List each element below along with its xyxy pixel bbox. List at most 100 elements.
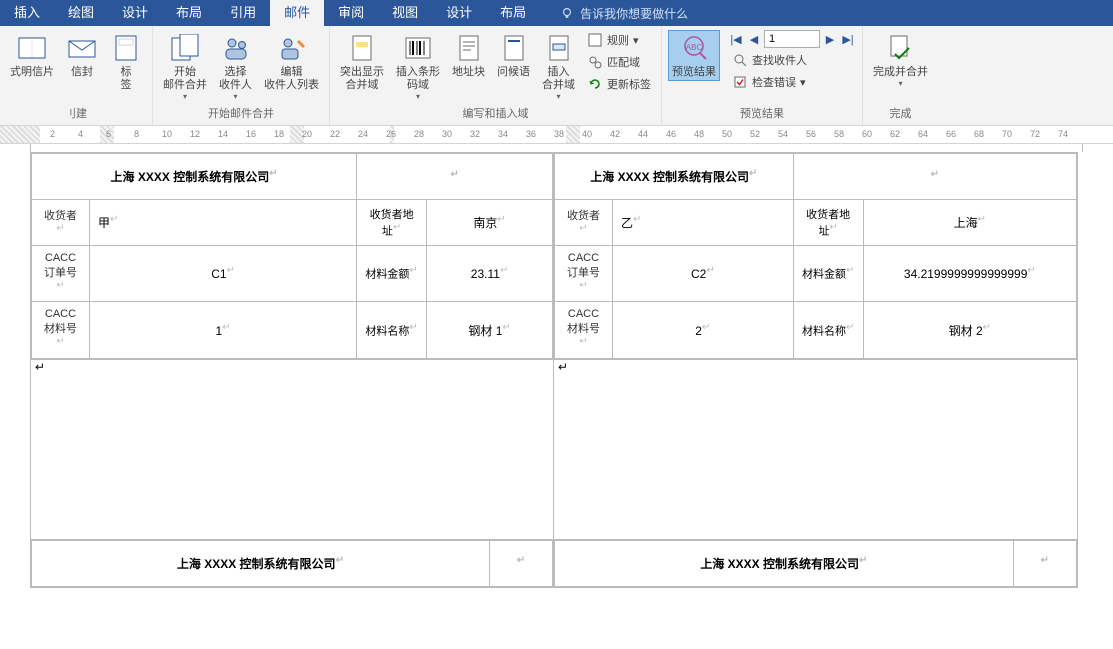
label-row: 上海 XXXX 控制系统有限公司↵↵ 收货者↵甲↵收货者地址↵南京↵ CACC … <box>30 152 1083 360</box>
tab-layout-2[interactable]: 布局 <box>486 0 540 26</box>
ruler-tick: 74 <box>1058 129 1068 139</box>
check-errors-button[interactable]: 检查错误 ▾ <box>728 72 856 92</box>
svg-text:ABC: ABC <box>686 43 703 52</box>
document-area[interactable]: 上海 XXXX 控制系统有限公司↵↵ 收货者↵甲↵收货者地址↵南京↵ CACC … <box>0 144 1113 649</box>
insert-merge-field-button[interactable]: 插入 合并域▾ <box>538 30 579 103</box>
ruler-tick: 44 <box>638 129 648 139</box>
barcode-button[interactable]: 插入条形 码域▾ <box>392 30 444 103</box>
greeting-line-button[interactable]: 问候语 <box>493 30 534 81</box>
ruler-tick: 28 <box>414 129 424 139</box>
label-cell[interactable]: 上海 XXXX 控制系统有限公司↵↵ 收货者↵甲↵收货者地址↵南京↵ CACC … <box>30 152 554 360</box>
ruler-tick: 12 <box>190 129 200 139</box>
tell-me-search[interactable]: 告诉我你想要做什么 <box>560 5 688 22</box>
update-icon <box>588 77 602 91</box>
chevron-down-icon: ▾ <box>800 76 806 89</box>
ruler-tick: 54 <box>778 129 788 139</box>
prev-record-button[interactable]: ◀ <box>746 31 762 47</box>
ruler-tick: 58 <box>834 129 844 139</box>
ruler-tick: 72 <box>1030 129 1040 139</box>
record-number-input[interactable] <box>764 30 820 48</box>
label-cell[interactable]: 上海 XXXX 控制系统有限公司↵↵ <box>554 540 1078 588</box>
envelope-button[interactable]: 信封 <box>62 30 102 81</box>
greeting-icon <box>502 34 526 62</box>
ruler-tick: 32 <box>470 129 480 139</box>
address-icon <box>457 34 481 62</box>
ruler-tick: 64 <box>918 129 928 139</box>
next-record-button[interactable]: ▶ <box>822 31 838 47</box>
label-row: 上海 XXXX 控制系统有限公司↵↵ 上海 XXXX 控制系统有限公司↵↵ <box>30 540 1083 588</box>
tab-view[interactable]: 视图 <box>378 0 432 26</box>
label-button[interactable]: 标 签 <box>106 30 146 94</box>
chevron-down-icon: ▾ <box>898 79 902 88</box>
ribbon-group-write-fields: 突出显示 合并域 插入条形 码域▾ 地址块 问候语 插入 合并域▾ 规则 ▾ 匹… <box>330 26 662 125</box>
tab-design-2[interactable]: 设计 <box>432 0 486 26</box>
start-merge-icon <box>170 34 200 62</box>
ruler-tick: 6 <box>106 129 111 139</box>
ruler-tick: 14 <box>218 129 228 139</box>
ribbon-group-preview: ABC 预览结果 |◀ ◀ ▶ ▶| 查找收件人 检查错误 ▾ 预览结果 <box>662 26 863 125</box>
barcode-icon <box>404 36 432 60</box>
tab-design[interactable]: 设计 <box>108 0 162 26</box>
label-cell[interactable]: 上海 XXXX 控制系统有限公司↵↵ <box>30 540 554 588</box>
horizontal-ruler[interactable]: 2468101214161820222426283032343638404244… <box>0 126 1113 144</box>
edit-list-icon <box>278 35 306 61</box>
find-recipient-button[interactable]: 查找收件人 <box>728 50 856 70</box>
start-merge-button[interactable]: 开始 邮件合并▾ <box>159 30 211 103</box>
ruler-tick: 52 <box>750 129 760 139</box>
record-navigator: |◀ ◀ ▶ ▶| <box>728 30 856 48</box>
ruler-tick: 48 <box>694 129 704 139</box>
finish-merge-button[interactable]: 完成并合并▾ <box>869 30 932 90</box>
edit-recipients-button[interactable]: 编辑 收件人列表 <box>260 30 323 94</box>
postcard-button[interactable]: 式明信片 <box>6 30 58 81</box>
first-record-button[interactable]: |◀ <box>728 31 744 47</box>
merge-field-icon <box>547 34 571 62</box>
envelope-icon <box>68 38 96 58</box>
ruler-tick: 34 <box>498 129 508 139</box>
address-block-button[interactable]: 地址块 <box>448 30 489 81</box>
update-labels-button[interactable]: 更新标签 <box>583 74 655 94</box>
check-icon <box>733 75 747 89</box>
people-icon <box>222 35 250 61</box>
ruler-tick: 62 <box>890 129 900 139</box>
ruler-tick: 24 <box>358 129 368 139</box>
ribbon: 式明信片 信封 标 签 刂建 开始 邮件合并▾ 选择 收件人▾ <box>0 26 1113 126</box>
ruler-tick: 22 <box>330 129 340 139</box>
tab-insert[interactable]: 插入 <box>0 0 54 26</box>
finish-icon <box>887 34 915 62</box>
preview-results-button[interactable]: ABC 预览结果 <box>668 30 720 81</box>
ruler-tick: 18 <box>274 129 284 139</box>
highlight-fields-button[interactable]: 突出显示 合并域 <box>336 30 388 94</box>
menu-bar: 插入 绘图 设计 布局 引用 邮件 审阅 视图 设计 布局 告诉我你想要做什么 <box>0 0 1113 26</box>
ruler-tick: 40 <box>582 129 592 139</box>
group-label-finish: 完成 <box>869 103 932 125</box>
tab-mailings[interactable]: 邮件 <box>270 0 324 26</box>
tab-draw[interactable]: 绘图 <box>54 0 108 26</box>
rules-button[interactable]: 规则 ▾ <box>583 30 655 50</box>
group-label-preview: 预览结果 <box>668 103 856 125</box>
chevron-down-icon: ▾ <box>416 92 420 101</box>
label-icon <box>114 34 138 62</box>
highlight-icon <box>350 34 374 62</box>
ruler-tick: 26 <box>386 129 396 139</box>
ruler-tick: 68 <box>974 129 984 139</box>
label-row-spacer: ↵ ↵ <box>30 360 1083 540</box>
group-label-start: 开始邮件合并 <box>159 103 323 125</box>
label-cell[interactable]: 上海 XXXX 控制系统有限公司↵↵ 收货者↵乙↵收货者地址↵上海↵ CACC … <box>554 152 1078 360</box>
tab-layout[interactable]: 布局 <box>162 0 216 26</box>
ruler-tick: 2 <box>50 129 55 139</box>
last-record-button[interactable]: ▶| <box>840 31 856 47</box>
group-label-write: 编写和插入域 <box>336 103 655 125</box>
company-title: 上海 XXXX 控制系统有限公司 <box>177 557 336 571</box>
tab-references[interactable]: 引用 <box>216 0 270 26</box>
match-fields-button[interactable]: 匹配域 <box>583 52 655 72</box>
company-title: 上海 XXXX 控制系统有限公司 <box>700 557 859 571</box>
chevron-down-icon: ▾ <box>183 92 187 101</box>
select-recipients-button[interactable]: 选择 收件人▾ <box>215 30 256 103</box>
ruler-tick: 10 <box>162 129 172 139</box>
ruler-tick: 4 <box>78 129 83 139</box>
ruler-tick: 36 <box>526 129 536 139</box>
lightbulb-icon <box>560 6 574 20</box>
ruler-tick: 60 <box>862 129 872 139</box>
company-title: 上海 XXXX 控制系统有限公司 <box>111 170 270 184</box>
tab-review[interactable]: 审阅 <box>324 0 378 26</box>
